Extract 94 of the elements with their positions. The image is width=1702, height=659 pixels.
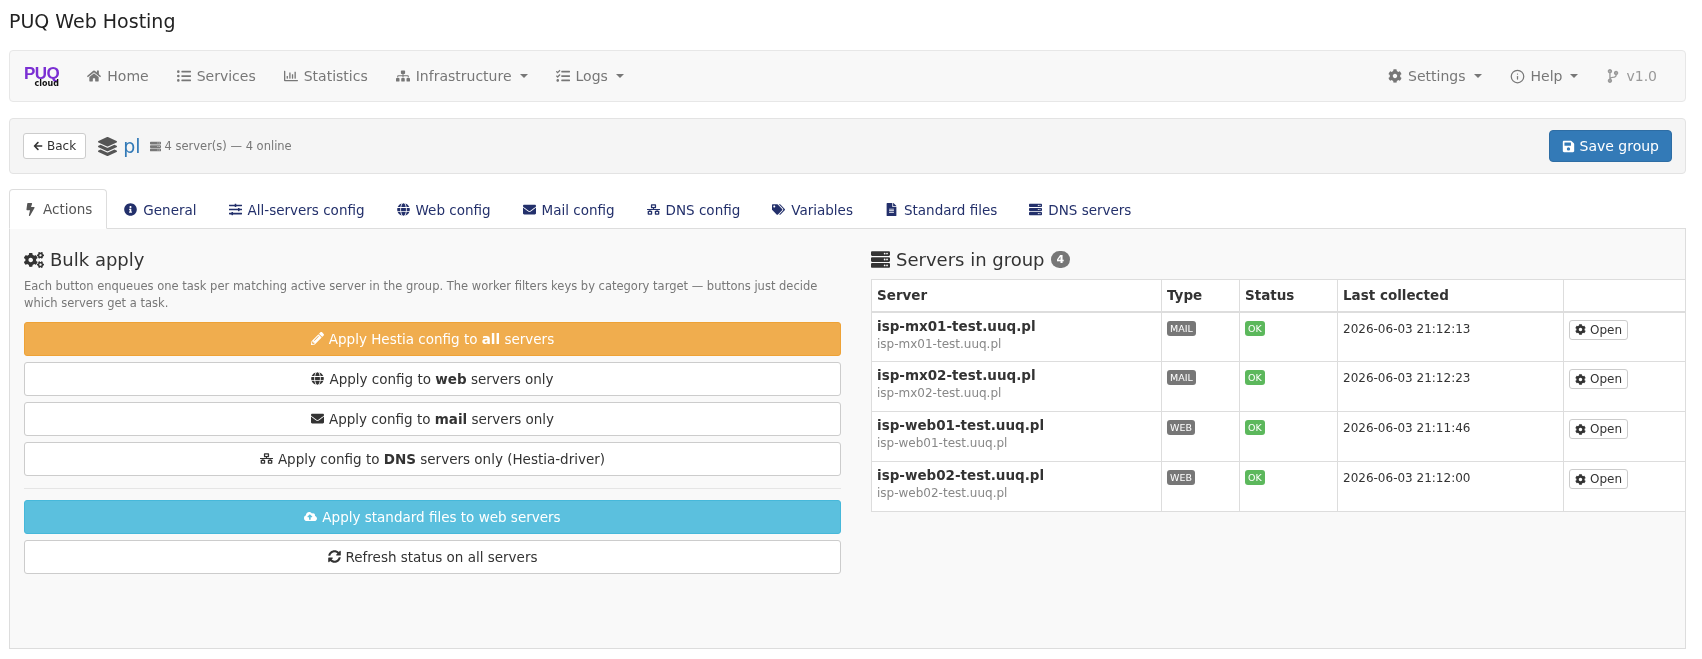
last-collected: 2026-06-03 21:12:00	[1343, 471, 1471, 485]
caret-icon	[615, 74, 624, 78]
status-label: OK	[1245, 420, 1265, 435]
group-name: pl	[123, 135, 141, 157]
tab[interactable]: Actions	[9, 189, 108, 229]
gears-icon	[24, 249, 44, 270]
nav-link[interactable]: Statistics	[269, 68, 382, 84]
settings-icon	[1575, 423, 1586, 435]
envelope-icon	[522, 203, 536, 216]
last-collected: 2026-06-03 21:12:23	[1343, 371, 1471, 385]
type-label: WEB	[1167, 420, 1195, 435]
settings-icon	[1575, 373, 1586, 385]
arrow-left-icon	[33, 141, 43, 151]
server-name: isp-web02-test.uuq.pl	[877, 467, 1046, 483]
tab[interactable]: Mail config	[507, 189, 630, 229]
nav-link[interactable]: Infrastructure	[381, 68, 542, 84]
globe-icon	[396, 203, 410, 216]
back-button[interactable]: Back	[23, 133, 87, 159]
bar-chart-icon	[283, 69, 298, 83]
tab[interactable]: DNS servers	[1014, 189, 1147, 229]
type-label: WEB	[1167, 470, 1195, 485]
open-button[interactable]: Open	[1569, 319, 1629, 340]
file-icon	[884, 203, 898, 216]
tab[interactable]: Variables	[757, 189, 868, 229]
action-button[interactable]: Refresh status on all servers	[24, 539, 841, 574]
pencil-icon	[310, 332, 324, 345]
tags-icon	[772, 203, 786, 216]
list-icon	[176, 69, 191, 83]
server-icon	[150, 140, 162, 152]
action-button[interactable]: Apply config to DNS servers only (Hestia-driver)	[24, 441, 841, 476]
nav-link[interactable]: Help	[1495, 68, 1593, 84]
bolt-icon	[24, 202, 37, 216]
sliders-icon	[228, 203, 242, 216]
caret-icon	[1473, 74, 1482, 78]
network-icon	[646, 203, 660, 216]
caret-icon	[1570, 74, 1579, 78]
nav-link[interactable]: Logs	[541, 68, 638, 84]
server-icon	[1029, 203, 1043, 216]
server-host: isp-mx02-test.uuq.pl	[877, 386, 1003, 400]
server-host: isp-web01-test.uuq.pl	[877, 436, 1009, 450]
server-host: isp-mx01-test.uuq.pl	[877, 336, 1003, 351]
info-icon	[1509, 68, 1525, 84]
tab[interactable]: Web config	[381, 189, 506, 229]
branch-icon	[1606, 69, 1621, 83]
status-label: OK	[1245, 470, 1265, 485]
action-button[interactable]: Apply config to web servers only	[24, 361, 841, 396]
cloud-upload-icon	[304, 510, 318, 523]
checklist-icon	[555, 69, 570, 83]
open-button[interactable]: Open	[1569, 469, 1629, 489]
column-header: Type	[1161, 279, 1240, 312]
action-button[interactable]: Apply config to mail servers only	[24, 401, 841, 436]
home-icon	[87, 69, 102, 83]
nav-link[interactable]: Home	[73, 68, 163, 84]
server-name: isp-mx02-test.uuq.pl	[877, 367, 1037, 383]
open-button[interactable]: Open	[1569, 419, 1629, 439]
caret-icon	[519, 74, 528, 78]
tab[interactable]: Standard files	[869, 189, 1013, 229]
server-icon	[871, 250, 890, 269]
sitemap-icon	[395, 69, 410, 83]
column-header: Status	[1239, 279, 1338, 312]
count-badge: 4	[1050, 251, 1071, 268]
group-summary: 4 server(s) — 4 online	[164, 139, 292, 153]
type-label: MAIL	[1167, 320, 1196, 336]
status-label: OK	[1245, 320, 1265, 336]
save-icon	[1561, 139, 1575, 153]
network-icon	[259, 452, 273, 465]
settings-icon	[1575, 324, 1586, 335]
tab[interactable]: All-servers config	[213, 189, 380, 229]
status-label: OK	[1245, 370, 1265, 385]
type-label: MAIL	[1167, 370, 1196, 385]
server-host: isp-web02-test.uuq.pl	[877, 486, 1009, 500]
refresh-icon	[327, 550, 341, 563]
last-collected: 2026-06-03 21:12:13	[1343, 321, 1471, 336]
section-title: Bulk apply	[50, 249, 145, 270]
description: Each button enqueues one task per matching active server in the group. The worker filters keys by category target — buttons just decide which servers get a task.	[24, 278, 819, 313]
settings-icon	[1575, 473, 1586, 485]
server-name: isp-mx01-test.uuq.pl	[877, 317, 1037, 334]
nav-link[interactable]: Services	[162, 68, 270, 84]
tab[interactable]: General	[109, 189, 212, 229]
column-header: Last collected	[1337, 279, 1564, 312]
nav-link[interactable]: Settings	[1374, 68, 1496, 84]
envelope-icon	[310, 412, 324, 425]
server-name: isp-web01-test.uuq.pl	[877, 417, 1046, 433]
layers-icon	[98, 136, 118, 156]
tab[interactable]: DNS config	[631, 189, 756, 229]
open-button[interactable]: Open	[1569, 369, 1629, 389]
globe-icon	[311, 372, 325, 385]
column-header: Server	[871, 279, 1162, 312]
settings-icon	[1388, 69, 1403, 83]
app-title: PUQ Web Hosting	[9, 9, 177, 34]
save-button[interactable]: Save group	[1548, 130, 1672, 162]
section-title: Servers in group	[896, 249, 1045, 270]
last-collected: 2026-06-03 21:11:46	[1343, 421, 1471, 435]
info-icon	[124, 203, 138, 216]
